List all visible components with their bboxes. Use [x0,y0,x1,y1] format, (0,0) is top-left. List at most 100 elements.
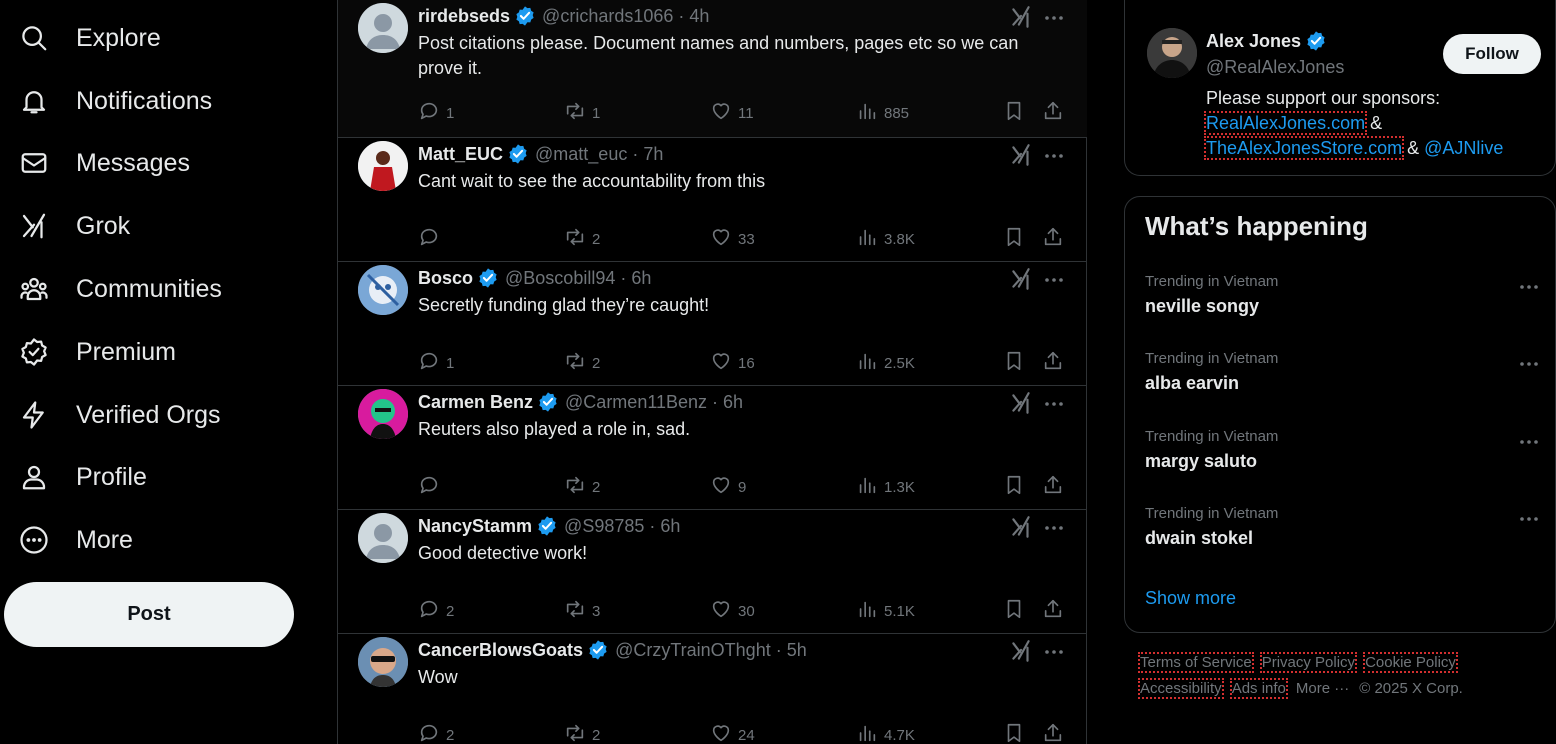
tweet-author-name[interactable]: Bosco [418,268,473,289]
bookmark-button[interactable] [1003,722,1025,744]
reply-button[interactable] [418,226,446,252]
tweet-timestamp[interactable]: 6h [660,516,680,537]
bookmark-button[interactable] [1003,350,1025,376]
nav-more[interactable]: More [18,515,133,565]
avatar[interactable] [1147,28,1197,78]
nav-profile[interactable]: Profile [18,452,147,502]
views-button[interactable]: 3.8K [856,226,915,252]
reply-button[interactable]: 1 [418,350,454,376]
share-button[interactable] [1042,100,1064,126]
repost-button[interactable]: 2 [564,226,600,252]
tweet-author-handle[interactable]: @crichards1066 [542,6,673,27]
grok-icon[interactable] [1008,638,1034,664]
avatar[interactable] [358,513,408,563]
sponsor-link-store[interactable]: TheAlexJonesStore.com [1203,136,1405,160]
trend-item[interactable]: Trending in Vietnam neville songy [1145,273,1539,333]
more-options-icon[interactable] [1042,640,1066,664]
avatar[interactable] [358,265,408,315]
nav-premium[interactable]: Premium [18,327,176,377]
bookmark-button[interactable] [1003,100,1025,126]
repost-button[interactable]: 2 [564,474,600,500]
post-button[interactable]: Post [4,582,294,647]
more-options-icon[interactable] [1042,144,1066,168]
like-button[interactable]: 11 [710,100,754,126]
bookmark-button[interactable] [1003,474,1025,500]
tweet-author-handle[interactable]: @Boscobill94 [505,268,615,289]
tweet-author-name[interactable]: NancyStamm [418,516,532,537]
like-button[interactable]: 24 [710,722,755,744]
tweet-author-name[interactable]: Carmen Benz [418,392,533,413]
promo-display-name[interactable]: Alex Jones [1206,30,1327,52]
tweet-author-name[interactable]: rirdebseds [418,6,510,27]
grok-icon[interactable] [1008,514,1034,540]
tweet-reply[interactable]: Bosco @Boscobill94 · 6h Secretly funding… [338,262,1087,386]
more-options-icon[interactable] [1517,352,1541,376]
nav-explore[interactable]: Explore [18,13,161,63]
nav-verified-orgs[interactable]: Verified Orgs [18,390,221,440]
mention-link-ajnlive[interactable]: @AJNlive [1424,138,1503,158]
avatar[interactable] [358,3,408,53]
views-button[interactable]: 5.1K [856,598,915,624]
more-options-icon[interactable] [1517,430,1541,454]
tweet-reply[interactable]: rirdebseds @crichards1066 · 4h Post cita… [338,0,1087,138]
tweet-timestamp[interactable]: 4h [689,6,709,27]
footer-more-link[interactable]: More ··· [1296,680,1349,697]
share-button[interactable] [1042,722,1064,744]
share-button[interactable] [1042,474,1064,500]
like-button[interactable]: 33 [710,226,755,252]
grok-icon[interactable] [1008,142,1034,168]
tweet-timestamp[interactable]: 6h [723,392,743,413]
more-options-icon[interactable] [1042,268,1066,292]
tweet-author-name[interactable]: CancerBlowsGoats [418,640,583,661]
views-button[interactable]: 1.3K [856,474,915,500]
reply-button[interactable]: 2 [418,598,454,624]
tweet-author-name[interactable]: Matt_EUC [418,144,503,165]
sponsor-link-realalexjones[interactable]: RealAlexJones.com [1203,111,1368,135]
grok-icon[interactable] [1008,4,1034,30]
share-button[interactable] [1042,598,1064,624]
share-button[interactable] [1042,350,1064,376]
reply-button[interactable] [418,474,446,500]
footer-terms-link[interactable]: Terms of Service [1138,652,1254,673]
tweet-author-handle[interactable]: @matt_euc [535,144,627,165]
nav-communities[interactable]: Communities [18,264,222,314]
tweet-timestamp[interactable]: 6h [631,268,651,289]
trend-item[interactable]: Trending in Vietnam alba earvin [1145,350,1539,410]
repost-button[interactable]: 2 [564,350,600,376]
bookmark-button[interactable] [1003,226,1025,252]
avatar[interactable] [358,141,408,191]
more-options-icon[interactable] [1042,516,1066,540]
share-button[interactable] [1042,226,1064,252]
tweet-reply[interactable]: NancyStamm @S98785 · 6h Good detective w… [338,510,1087,634]
bookmark-button[interactable] [1003,598,1025,624]
footer-cookie-link[interactable]: Cookie Policy [1363,652,1458,673]
grok-icon[interactable] [1008,390,1034,416]
grok-icon[interactable] [1008,266,1034,292]
nav-grok[interactable]: Grok [18,201,130,251]
trend-item[interactable]: Trending in Vietnam margy saluto [1145,428,1539,488]
tweet-reply[interactable]: Matt_EUC @matt_euc · 7h Cant wait to see… [338,138,1087,262]
like-button[interactable]: 16 [710,350,755,376]
repost-button[interactable]: 3 [564,598,600,624]
more-options-icon[interactable] [1517,507,1541,531]
nav-notifications[interactable]: Notifications [18,76,212,126]
tweet-author-handle[interactable]: @CrzyTrainOThght [615,640,771,661]
repost-button[interactable]: 1 [564,100,600,126]
more-options-icon[interactable] [1042,392,1066,416]
like-button[interactable]: 9 [710,474,746,500]
tweet-timestamp[interactable]: 5h [787,640,807,661]
avatar[interactable] [358,389,408,439]
repost-button[interactable]: 2 [564,722,600,744]
trend-item[interactable]: Trending in Vietnam dwain stokel [1145,505,1539,565]
footer-ads-link[interactable]: Ads info [1229,678,1288,699]
promo-handle[interactable]: @RealAlexJones [1206,57,1344,78]
like-button[interactable]: 30 [710,598,755,624]
reply-button[interactable]: 2 [418,722,454,744]
tweet-timestamp[interactable]: 7h [643,144,663,165]
more-options-icon[interactable] [1042,6,1066,30]
nav-messages[interactable]: Messages [18,138,190,188]
follow-button[interactable]: Follow [1443,34,1541,74]
views-button[interactable]: 885 [856,100,909,126]
footer-accessibility-link[interactable]: Accessibility [1138,678,1224,699]
views-button[interactable]: 2.5K [856,350,915,376]
